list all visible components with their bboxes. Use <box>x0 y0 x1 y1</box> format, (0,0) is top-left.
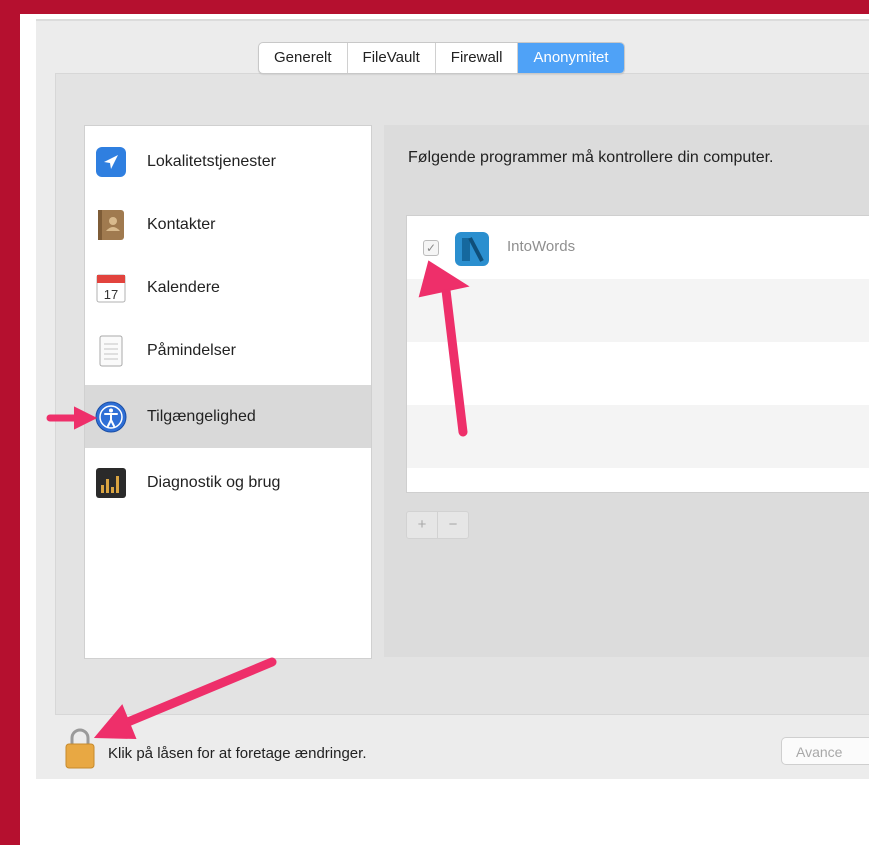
sidebar-item-calendars[interactable]: 17 Kalendere <box>85 256 371 319</box>
add-app-button[interactable]: + <box>407 512 438 538</box>
sidebar-item-location[interactable]: Lokalitetstjenester <box>85 130 371 193</box>
frame-left-border <box>0 0 20 845</box>
advanced-button[interactable]: Avance <box>781 737 869 765</box>
sidebar-item-reminders[interactable]: Påmindelser <box>85 319 371 382</box>
privacy-sidebar: Lokalitetstjenester Kontakter 17 Kalende… <box>84 125 372 659</box>
reminders-notepad-icon <box>99 335 123 366</box>
tab-filevault[interactable]: FileVault <box>348 43 436 73</box>
empty-list-row <box>407 279 869 342</box>
diagnostics-chart-icon <box>96 467 126 498</box>
tab-firewall[interactable]: Firewall <box>436 43 519 73</box>
empty-list-row <box>407 405 869 468</box>
remove-app-button[interactable]: − <box>438 512 468 538</box>
pane-heading: Følgende programmer må kontrollere din c… <box>408 149 774 166</box>
contacts-book-icon <box>98 209 124 240</box>
intowords-app-icon <box>455 232 489 266</box>
empty-list-row <box>407 342 869 405</box>
sidebar-item-contacts[interactable]: Kontakter <box>85 193 371 256</box>
add-remove-controls: + − <box>406 511 469 539</box>
lock-instruction-text: Klik på låsen for at foretage ændringer. <box>108 745 367 762</box>
sidebar-item-label: Lokalitetstjenester <box>147 152 276 170</box>
accessibility-icon <box>95 401 127 432</box>
app-list: ✓ IntoWords <box>406 215 869 493</box>
sidebar-item-label: Påmindelser <box>147 341 236 359</box>
location-arrow-icon <box>96 146 126 177</box>
intowords-checkbox[interactable]: ✓ <box>423 240 439 256</box>
list-item[interactable]: ✓ IntoWords <box>407 216 869 279</box>
calendar-icon: 17 <box>96 274 126 302</box>
sidebar-item-label: Tilgængelighed <box>147 407 256 425</box>
frame-top-border <box>0 0 869 14</box>
lock-icon[interactable] <box>64 727 96 769</box>
app-name: IntoWords <box>507 238 576 255</box>
sidebar-item-label: Kalendere <box>147 278 220 296</box>
sidebar-item-label: Kontakter <box>147 215 216 233</box>
sidebar-item-label: Diagnostik og brug <box>147 473 281 491</box>
accessibility-pane: Følgende programmer må kontrollere din c… <box>384 125 869 657</box>
tab-anonymitet[interactable]: Anonymitet <box>518 43 624 73</box>
tab-bar: Generelt FileVault Firewall Anonymitet <box>258 42 625 74</box>
tab-generelt[interactable]: Generelt <box>259 43 348 73</box>
sidebar-item-accessibility[interactable]: Tilgængelighed <box>85 385 371 448</box>
sidebar-item-diagnostics[interactable]: Diagnostik og brug <box>85 451 371 514</box>
calendar-day-text: 17 <box>104 287 118 302</box>
